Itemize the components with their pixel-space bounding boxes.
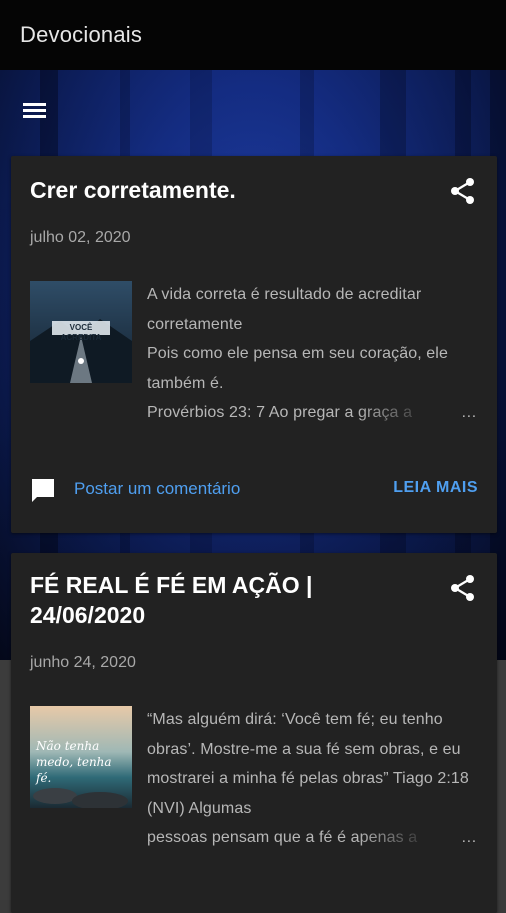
share-icon[interactable]: [450, 177, 476, 205]
post-footer: Postar um comentário LEIA MAIS: [30, 474, 478, 504]
thumbnail-text: Não tenha medo, tenha fé.: [36, 739, 112, 785]
snippet-line: “Mas alguém dirá: ‘Você tem fé; eu tenho…: [147, 711, 469, 817]
menu-icon[interactable]: [22, 100, 48, 122]
comment-icon[interactable]: [30, 477, 56, 503]
ellipsis: …: [460, 404, 477, 422]
post-comment-link[interactable]: Postar um comentário: [74, 479, 240, 499]
post-date: junho 24, 2020: [30, 654, 136, 671]
post-title[interactable]: FÉ REAL É FÉ EM AÇÃO | 24/06/2020: [30, 570, 430, 630]
app-title: Devocionais: [20, 22, 143, 47]
post-card: Crer corretamente. julho 02, 2020 VOCÊ A: [11, 156, 497, 533]
post-snippet: “Mas alguém dirá: ‘Você tem fé; eu tenho…: [147, 705, 477, 864]
app-bar: Devocionais: [0, 0, 506, 70]
read-more-button[interactable]: LEIA MAIS: [393, 479, 478, 497]
post-snippet: A vida correta é resultado de acreditar …: [147, 280, 477, 439]
thumbnail-text: VOCÊ ACREDITA: [60, 323, 102, 342]
post-thumbnail[interactable]: Não tenha medo, tenha fé.: [30, 706, 132, 808]
post-date: julho 02, 2020: [30, 229, 131, 246]
post-card: FÉ REAL É FÉ EM AÇÃO | 24/06/2020 junho …: [11, 553, 497, 913]
snippet-line: A vida correta é resultado de acreditar …: [147, 286, 422, 333]
ellipsis: …: [460, 829, 477, 847]
share-icon[interactable]: [450, 574, 476, 602]
post-title[interactable]: Crer corretamente.: [30, 175, 430, 205]
snippet-line: Provérbios 23: 7 Ao pregar a graça a: [147, 404, 413, 422]
snippet-line: Pois como ele pensa em seu coração, ele …: [147, 345, 448, 392]
snippet-line: pessoas pensam que a fé é apenas a: [147, 829, 418, 847]
post-thumbnail[interactable]: VOCÊ ACREDITA: [30, 281, 132, 383]
